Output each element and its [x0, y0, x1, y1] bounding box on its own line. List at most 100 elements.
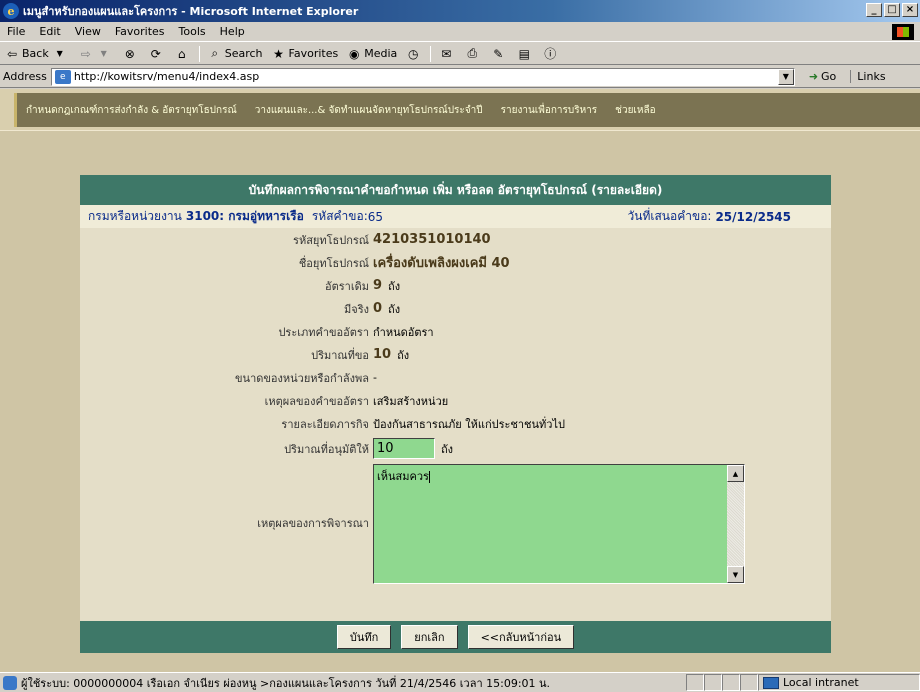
refresh-icon: ⟳ — [150, 46, 161, 61]
title-bar: e เมนูสำหรับกองแผนและโครงการ - Microsoft… — [0, 0, 920, 22]
req-type-value: กำหนดอัตรา — [373, 325, 434, 339]
maximize-button[interactable]: □ — [884, 3, 900, 17]
equip-code-value: 4210351010140 — [373, 232, 491, 247]
home-icon: ⌂ — [177, 46, 186, 61]
home-button[interactable]: ⌂ — [170, 44, 196, 64]
top-navigation: กำหนดกฎเกณฑ์การส่งกำลัง & อัตรายุทโธปกรณ… — [0, 89, 920, 131]
mail-icon: ✉ — [441, 46, 452, 61]
media-icon: ◉ — [348, 46, 360, 61]
mission-value: ป้องกันสาธารณภัย ให้แก่ประชาชนทั่วไป — [373, 417, 565, 431]
dropdown-arrow-icon: ▼ — [100, 49, 107, 58]
approved-qty-input[interactable] — [373, 438, 435, 459]
row-reason: เหตุผลของคำขออัตรา เสริมสร้างหน่วย — [80, 389, 831, 412]
back-page-button[interactable]: <<กลับหน้าก่อน — [467, 625, 575, 649]
discuss-button[interactable]: ▤ — [512, 44, 538, 64]
forward-button[interactable]: ⇨ ▼ — [74, 44, 118, 64]
back-arrow-icon: ⇦ — [6, 46, 18, 61]
menu-favorites[interactable]: Favorites — [108, 25, 172, 38]
stop-button[interactable]: ⊗ — [118, 44, 144, 64]
consider-reason-text-wrap: เห็นสมควร — [374, 465, 744, 487]
status-panel — [686, 674, 704, 691]
approved-qty-unit: ถัง — [441, 442, 454, 456]
nav-item-reports[interactable]: รายงานเพื่อการบริหาร — [492, 103, 607, 118]
window-controls: _ □ × — [866, 3, 918, 17]
row-equip-code: รหัสยุทโธปกรณ์ 4210351010140 — [80, 228, 831, 251]
date-label: วันที่เสนอคำขอ: — [627, 209, 712, 223]
form-title: บันทึกผลการพิจารณาคำขอกำหนด เพิ่ม หรือลด… — [80, 175, 831, 205]
row-actual: มีจริง 0 ถัง — [80, 297, 831, 320]
cancel-button[interactable]: ยกเลิก — [401, 625, 458, 649]
media-button[interactable]: ◉ Media — [342, 44, 401, 64]
scroll-up-icon[interactable]: ▲ — [727, 465, 744, 482]
address-label: Address — [3, 70, 47, 83]
orig-rate-label: อัตราเดิม — [325, 279, 369, 293]
page-viewport: กำหนดกฎเกณฑ์การส่งกำลัง & อัตรายุทโธปกรณ… — [0, 89, 920, 672]
unit-size-value: - — [373, 371, 377, 384]
toolbar: ⇦ Back ▼ ⇨ ▼ ⊗ ⟳ ⌂ ⌕ Search ★ Favorites … — [0, 43, 920, 65]
nav-item-help[interactable]: ช่วยเหลือ — [606, 103, 664, 118]
mail-button[interactable]: ✉ — [434, 44, 460, 64]
equip-name-label: ชื่อยุทโธปกรณ์ — [298, 256, 369, 270]
menu-tools[interactable]: Tools — [172, 25, 213, 38]
info-button[interactable]: ⓘ — [538, 44, 564, 64]
forward-arrow-icon: ⇨ — [80, 46, 91, 61]
menu-edit[interactable]: Edit — [32, 25, 67, 38]
edit-icon: ✎ — [493, 46, 504, 61]
address-dropdown-icon[interactable]: ▼ — [777, 68, 794, 85]
print-button[interactable]: ⎙ — [460, 44, 486, 64]
save-button[interactable]: บันทึก — [336, 625, 392, 649]
equip-code-label: รหัสยุทโธปกรณ์ — [293, 233, 369, 247]
status-text: ผู้ใช้ระบบ: 0000000004 เรือเอก จำเนียร ผ… — [21, 676, 551, 690]
row-req-qty: ปริมาณที่ขอ 10 ถัง — [80, 343, 831, 366]
actual-label: มีจริง — [344, 302, 369, 316]
reason-label: เหตุผลของคำขออัตรา — [264, 394, 369, 408]
dept-label: กรมหรือหน่วยงาน — [88, 209, 182, 223]
print-icon: ⎙ — [467, 46, 478, 60]
equip-name-value: เครื่องดับเพลิงผงเคมี 40 — [373, 256, 510, 271]
nav-item-planning[interactable]: วางแผนและ...& จัดทำแผนจัดหายุทโธปกรณ์ประ… — [246, 103, 492, 118]
address-input[interactable]: e http://kowitsrv/menu4/index4.asp ▼ — [50, 67, 795, 86]
orig-rate-value: 9 — [373, 278, 383, 293]
row-consider-reason: เหตุผลของการพิจารณา เห็นสมควร ▲ ▼ — [80, 462, 831, 584]
nav-item-rules[interactable]: กำหนดกฎเกณฑ์การส่งกำลัง & อัตรายุทโธปกรณ… — [17, 103, 246, 118]
approved-qty-label: ปริมาณที่อนุมัติให้ — [284, 442, 369, 456]
req-qty-unit: ถัง — [397, 348, 410, 362]
discuss-icon: ▤ — [518, 46, 530, 61]
history-icon: ◷ — [408, 46, 419, 61]
menu-view[interactable]: View — [68, 25, 108, 38]
search-label: Search — [224, 47, 263, 60]
edit-button[interactable]: ✎ — [486, 44, 512, 64]
actual-unit: ถัง — [388, 302, 401, 316]
go-arrow-icon: ➜ — [808, 70, 819, 83]
history-button[interactable]: ◷ — [401, 44, 427, 64]
row-orig-rate: อัตราเดิม 9 ถัง — [80, 274, 831, 297]
text-caret — [428, 471, 430, 483]
search-button[interactable]: ⌕ Search — [203, 44, 267, 64]
refresh-button[interactable]: ⟳ — [144, 44, 170, 64]
scroll-down-icon[interactable]: ▼ — [727, 566, 744, 583]
go-button[interactable]: ➜ Go — [809, 70, 836, 83]
favorites-button[interactable]: ★ Favorites — [267, 44, 343, 64]
menu-help[interactable]: Help — [213, 25, 252, 38]
consider-reason-textarea[interactable]: เห็นสมควร ▲ ▼ — [373, 464, 745, 584]
status-panel — [722, 674, 740, 691]
security-zone: Local intranet — [758, 674, 920, 691]
row-equip-name: ชื่อยุทโธปกรณ์ เครื่องดับเพลิงผงเคมี 40 — [80, 251, 831, 274]
consider-reason-label: เหตุผลของการพิจารณา — [257, 517, 369, 530]
review-form: บันทึกผลการพิจารณาคำขอกำหนด เพิ่ม หรือลด… — [80, 175, 831, 653]
req-type-label: ประเภทคำขออัตรา — [278, 325, 369, 339]
textarea-scrollbar[interactable]: ▲ ▼ — [727, 465, 744, 583]
toolbar-separator — [430, 45, 432, 62]
unit-size-label: ขนาดของหน่วยหรือกำลังพล — [235, 371, 369, 385]
row-req-type: ประเภทคำขออัตรา กำหนดอัตรา — [80, 320, 831, 343]
links-button[interactable]: Links — [850, 70, 886, 83]
media-label: Media — [364, 47, 398, 60]
close-button[interactable]: × — [902, 3, 918, 17]
ie-logo-icon: e — [3, 3, 19, 19]
menu-file[interactable]: File — [0, 25, 32, 38]
window-title: เมนูสำหรับกองแผนและโครงการ - Microsoft I… — [23, 5, 359, 18]
minimize-button[interactable]: _ — [866, 3, 882, 17]
status-bar: ผู้ใช้ระบบ: 0000000004 เรือเอก จำเนียร ผ… — [0, 672, 920, 692]
back-button[interactable]: ⇦ Back ▼ — [0, 44, 74, 64]
form-info-row: กรมหรือหน่วยงาน 3100: กรมอู่ทหารเรือ รหั… — [80, 205, 831, 228]
